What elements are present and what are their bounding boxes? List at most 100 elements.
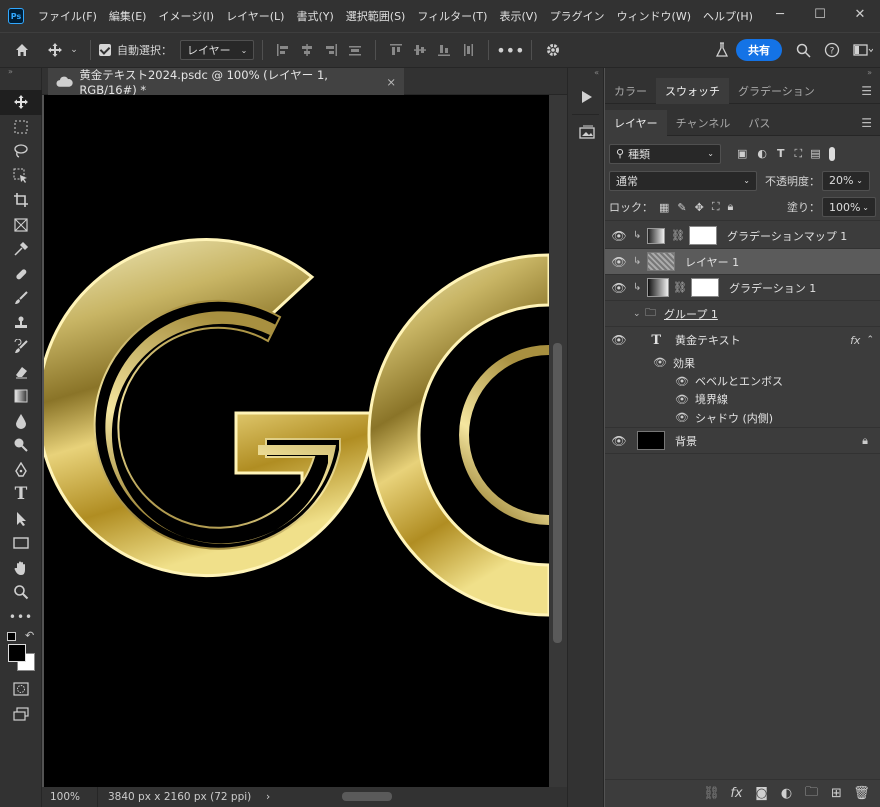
maximize-button[interactable]: ☐ — [800, 0, 840, 28]
eye-icon[interactable]: 👁︎ — [605, 229, 633, 243]
trash-icon[interactable]: 🗑︎ — [849, 786, 874, 801]
move-tool-icon[interactable] — [44, 38, 66, 62]
tab-layers[interactable]: レイヤー — [605, 109, 667, 136]
tab-swatches[interactable]: スウォッチ — [656, 77, 729, 104]
align-top-icon[interactable] — [384, 38, 408, 62]
effect-row[interactable]: 👁︎ ベベルとエンボス — [605, 372, 880, 390]
flask-icon[interactable] — [708, 38, 736, 62]
lock-transparent-icon[interactable]: ▦ — [659, 201, 669, 214]
screen-mode-icon[interactable] — [0, 702, 42, 727]
panel-menu-icon[interactable]: ☰ — [861, 116, 872, 130]
align-center-icon[interactable] — [295, 38, 319, 62]
help-icon[interactable]: ? — [818, 38, 846, 62]
fill-input[interactable]: 100% ⌄ — [822, 197, 876, 217]
more-options-icon[interactable]: ••• — [496, 38, 524, 62]
lock-icon[interactable]: 🔒︎ — [862, 434, 868, 448]
pen-tool-icon[interactable] — [0, 458, 42, 483]
fx-icon[interactable]: fx — [850, 334, 860, 347]
type-filter-icon[interactable]: T — [777, 147, 785, 160]
stamp-tool-icon[interactable] — [0, 311, 42, 336]
frame-tool-icon[interactable] — [0, 213, 42, 238]
workspace-icon[interactable] — [846, 38, 880, 62]
gradient-tool-icon[interactable] — [0, 384, 42, 409]
collapse-chevron-icon[interactable]: » — [0, 68, 41, 76]
swap-colors-icon[interactable]: ↶ — [25, 629, 34, 642]
eye-icon[interactable]: 👁︎ — [605, 281, 633, 295]
home-icon[interactable] — [0, 38, 44, 62]
zoom-tool-icon[interactable] — [0, 580, 42, 605]
menu-type[interactable]: 書式(Y) — [290, 8, 339, 24]
close-window-button[interactable]: ✕ — [840, 0, 880, 28]
search-icon[interactable] — [788, 38, 818, 62]
collapse-chevron-icon[interactable]: « — [568, 68, 603, 80]
lock-pixels-icon[interactable]: ✎ — [677, 201, 686, 214]
path-select-tool-icon[interactable] — [0, 507, 42, 532]
lock-artboard-icon[interactable]: ⛶ — [712, 200, 720, 214]
align-left-icon[interactable] — [271, 38, 295, 62]
opacity-input[interactable]: 20% ⌄ — [822, 170, 870, 191]
eyedropper-tool-icon[interactable] — [0, 237, 42, 262]
menu-edit[interactable]: 編集(E) — [103, 8, 153, 24]
menu-window[interactable]: ウィンドウ(W) — [611, 8, 697, 24]
adjustment-layer-icon[interactable]: ◐ — [774, 786, 799, 801]
type-tool-icon[interactable]: T — [0, 482, 42, 507]
adjustment-filter-icon[interactable]: ◐ — [757, 147, 767, 160]
gear-icon[interactable] — [540, 38, 566, 62]
eye-icon[interactable]: 👁︎ — [605, 393, 695, 406]
effects-row[interactable]: 👁︎ 効果 — [605, 353, 880, 372]
layer-filter-dropdown[interactable]: ⚲ 種類 ⌄ — [609, 143, 721, 164]
align-bottom-icon[interactable] — [432, 38, 456, 62]
minimize-button[interactable]: ─ — [760, 0, 800, 28]
menu-filter[interactable]: フィルター(T) — [411, 8, 493, 24]
brush-tool-icon[interactable] — [0, 286, 42, 311]
tab-gradients[interactable]: グラデーション — [729, 78, 824, 104]
menu-help[interactable]: ヘルプ(H) — [697, 8, 759, 24]
object-select-tool-icon[interactable] — [0, 164, 42, 189]
eye-icon[interactable]: 👁︎ — [605, 434, 633, 448]
marquee-tool-icon[interactable] — [0, 115, 42, 140]
document-tab[interactable]: 黄金テキスト2024.psdc @ 100% (レイヤー 1, RGB/16#)… — [48, 68, 404, 97]
align-right-icon[interactable] — [319, 38, 343, 62]
text-layer-row[interactable]: 👁︎ T 黄金テキスト fx ⌃ — [605, 327, 880, 353]
play-actions-icon[interactable] — [568, 80, 605, 114]
auto-select-target-dropdown[interactable]: レイヤー ⌄ — [180, 40, 255, 60]
new-layer-icon[interactable]: ⊞ — [824, 786, 849, 801]
filter-toggle[interactable] — [828, 146, 835, 161]
libraries-icon[interactable] — [568, 115, 605, 149]
add-mask-icon[interactable]: ◙ — [749, 786, 774, 801]
link-icon[interactable]: ⛓︎ — [671, 229, 685, 242]
shape-filter-icon[interactable]: ⛶ — [795, 147, 803, 161]
panel-menu-icon[interactable]: ☰ — [861, 84, 872, 98]
rectangle-tool-icon[interactable] — [0, 531, 42, 556]
align-middle-icon[interactable] — [408, 38, 432, 62]
eye-icon[interactable]: 👁︎ — [605, 255, 633, 269]
lock-position-icon[interactable]: ✥ — [695, 201, 704, 214]
move-tool-icon[interactable] — [0, 90, 42, 115]
image-filter-icon[interactable]: ▣ — [737, 147, 747, 160]
share-button[interactable]: 共有 — [736, 39, 782, 61]
chevron-down-icon[interactable]: ⌄ — [66, 38, 82, 62]
menu-layer[interactable]: レイヤー(L) — [220, 8, 290, 24]
eye-icon[interactable]: 👁︎ — [605, 333, 633, 347]
link-layers-icon[interactable]: ⛓︎ — [699, 786, 724, 801]
eye-icon[interactable]: 👁︎ — [605, 375, 695, 388]
chevron-down-icon[interactable]: ⌄ — [633, 309, 645, 319]
lock-all-icon[interactable]: 🔒︎ — [728, 200, 734, 214]
default-colors-icon[interactable] — [7, 632, 16, 641]
more-tools-icon[interactable]: ••• — [0, 605, 42, 630]
close-tab-icon[interactable]: × — [386, 75, 396, 89]
layer-row[interactable]: 👁︎ ↳ ⛓︎ グラデーション 1 — [605, 275, 880, 301]
history-brush-icon[interactable] — [0, 335, 42, 360]
tab-channels[interactable]: チャンネル — [667, 110, 740, 136]
eye-icon[interactable]: 👁︎ — [605, 356, 673, 369]
distribute-icon[interactable] — [343, 38, 367, 62]
lasso-tool-icon[interactable] — [0, 139, 42, 164]
new-group-icon[interactable]: 🗀︎ — [799, 783, 824, 805]
auto-select-checkbox[interactable] — [99, 44, 111, 56]
horizontal-scrollbar[interactable] — [342, 792, 392, 801]
menu-image[interactable]: イメージ(I) — [152, 8, 220, 24]
eye-icon[interactable]: 👁︎ — [605, 411, 695, 424]
background-layer-row[interactable]: 👁︎ 背景 🔒︎ — [605, 428, 880, 454]
blur-tool-icon[interactable] — [0, 409, 42, 434]
collapse-chevron-icon[interactable]: » — [605, 68, 880, 78]
